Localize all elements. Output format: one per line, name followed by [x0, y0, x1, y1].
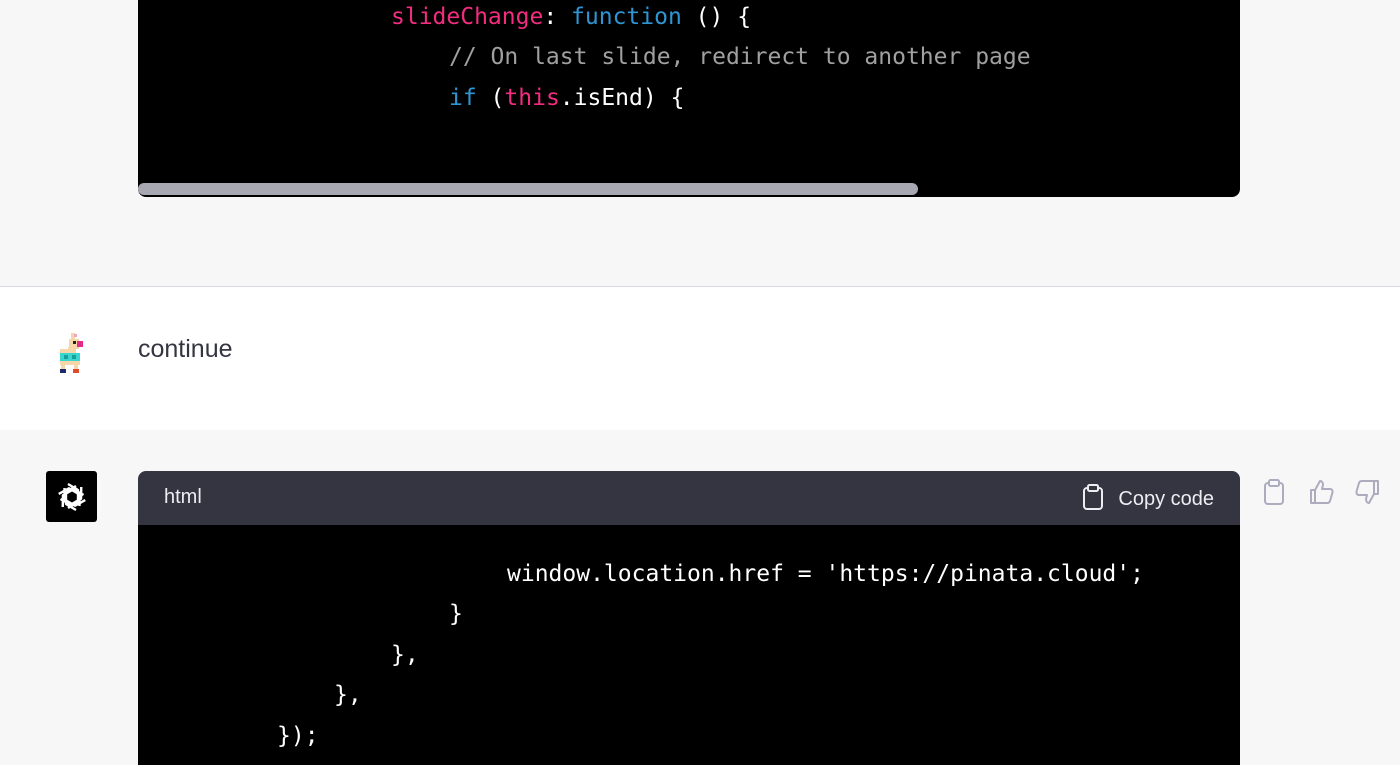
previous-assistant-section: slideChange: function () { // On last sl…: [0, 0, 1400, 286]
code-line: slideChange: function () {: [391, 2, 751, 32]
copy-code-label: Copy code: [1118, 488, 1214, 510]
code-block-body: window.location.href = 'https://pinata.c…: [138, 525, 1240, 765]
code-token: :: [543, 4, 572, 30]
code-token-this: this: [504, 85, 560, 111]
code-token: .isEnd) {: [559, 85, 685, 111]
code-language-label: html: [164, 486, 202, 508]
code-line: },: [334, 682, 362, 708]
clipboard-icon: [1082, 484, 1104, 515]
code-token-keyword: function: [571, 4, 682, 30]
assistant-message-section: html Copy code window.location.href = 'h…: [0, 430, 1400, 765]
horizontal-scrollbar[interactable]: [138, 183, 1240, 197]
user-message-section: continue: [0, 286, 1400, 431]
code-line: });: [277, 723, 319, 749]
code-block-body: slideChange: function () { // On last sl…: [138, 0, 1240, 197]
copy-code-button[interactable]: Copy code: [1082, 484, 1214, 515]
thumbs-down-icon[interactable]: [1355, 479, 1381, 505]
code-line: window.location.href = 'https://pinata.c…: [507, 561, 1144, 587]
openai-logo-icon: [46, 471, 97, 522]
user-message-text: continue: [138, 335, 233, 363]
code-line: if (this.isEnd) {: [449, 83, 684, 113]
copy-icon[interactable]: [1262, 479, 1288, 505]
code-token-keyword: if: [449, 85, 477, 111]
code-token: (: [476, 85, 505, 111]
code-comment: // On last slide, redirect to another pa…: [449, 44, 1031, 70]
code-token-key: slideChange: [391, 4, 544, 30]
code-line: }: [449, 601, 463, 627]
thumbs-up-icon[interactable]: [1308, 479, 1334, 505]
code-block-header: html Copy code: [138, 471, 1240, 525]
code-line: },: [391, 642, 419, 668]
code-line: // On last slide, redirect to another pa…: [449, 42, 1031, 72]
scrollbar-thumb[interactable]: [138, 183, 918, 195]
code-token: () {: [681, 4, 752, 30]
llama-avatar-icon: [52, 331, 90, 377]
